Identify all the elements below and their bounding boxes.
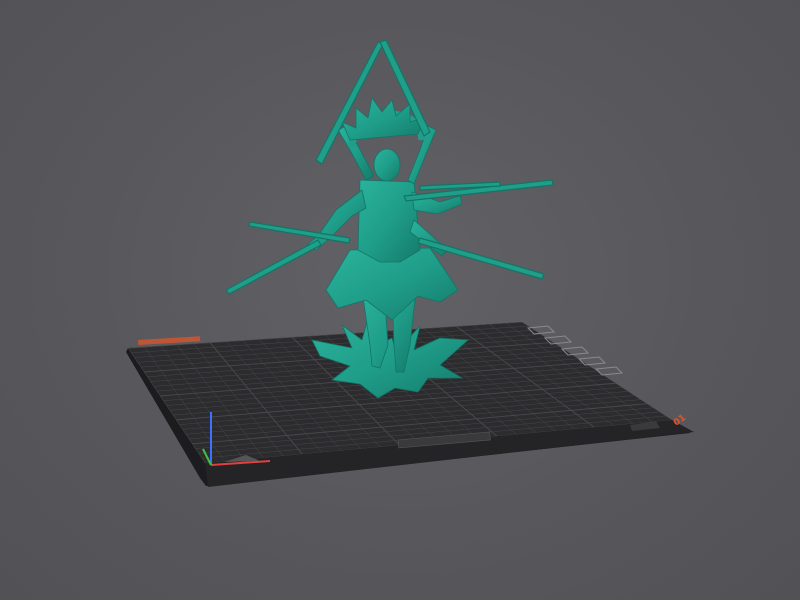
model-torso <box>357 179 421 263</box>
plate-brand-mark <box>138 336 201 345</box>
model-head <box>373 148 401 182</box>
scene-canvas[interactable]: 01 <box>0 0 800 600</box>
3d-viewport[interactable]: 01 <box>0 0 800 600</box>
